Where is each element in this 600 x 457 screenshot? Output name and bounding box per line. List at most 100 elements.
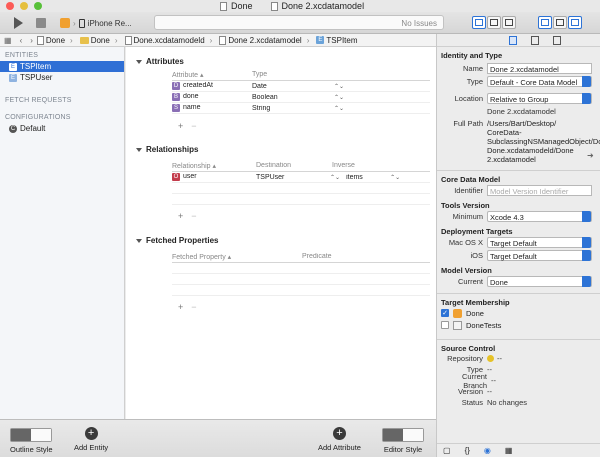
- fetched-title: Fetched Properties: [146, 236, 219, 245]
- checkbox-checked[interactable]: ✓: [441, 309, 449, 317]
- target-done[interactable]: ✓ Done: [437, 307, 600, 319]
- add-attribute-bottom-button[interactable]: + Add Attribute: [318, 427, 361, 452]
- run-button[interactable]: [14, 17, 23, 29]
- column-header-type[interactable]: Type: [252, 71, 372, 80]
- toggle-debug-area-button[interactable]: [553, 16, 567, 29]
- column-header-predicate[interactable]: Predicate: [302, 253, 402, 262]
- window-titlebar: Done Done 2.xcdatamodel: [0, 0, 600, 12]
- column-header-attribute[interactable]: Attribute ▴: [172, 71, 252, 80]
- add-attribute-button[interactable]: +: [178, 121, 183, 131]
- ios-target-popup[interactable]: Target Default: [487, 250, 592, 261]
- destination-popup[interactable]: TSPUser: [256, 174, 326, 181]
- editor-style-graph-icon[interactable]: [403, 429, 423, 441]
- forward-arrow-icon[interactable]: ›: [30, 36, 33, 45]
- add-fetched-property-button[interactable]: +: [178, 302, 183, 312]
- attribute-type-popup[interactable]: String: [252, 105, 330, 112]
- file-template-library-icon[interactable]: ▢: [443, 446, 451, 455]
- identity-section-title: Identity and Type: [441, 51, 503, 60]
- editor-style-table-icon[interactable]: [383, 429, 403, 441]
- column-header-fetched-property[interactable]: Fetched Property ▴: [172, 253, 302, 262]
- document-icon: [270, 1, 278, 11]
- entity-item-tspuser[interactable]: E TSPUser: [0, 72, 124, 83]
- file-inspector: Identity and Type Name Done 2.xcdatamode…: [436, 34, 600, 457]
- outline-style-control[interactable]: Outline Style: [10, 428, 53, 454]
- add-relationship-button[interactable]: +: [178, 211, 183, 221]
- remove-fetched-property-button[interactable]: −: [191, 302, 196, 312]
- back-arrow-icon[interactable]: ‹: [20, 36, 23, 45]
- add-entity-label: Add Entity: [74, 443, 109, 452]
- reveal-in-finder-icon[interactable]: ➜: [587, 151, 594, 160]
- fetched-section-toggle[interactable]: Fetched Properties: [136, 236, 218, 245]
- target-donetests[interactable]: DoneTests: [437, 319, 600, 331]
- breadcrumb-model-bundle[interactable]: Done.xcdatamodeld ›: [124, 35, 216, 45]
- macos-target-popup[interactable]: Target Default: [487, 237, 592, 248]
- entities-header: ENTITIES: [5, 52, 39, 59]
- column-header-relationship[interactable]: Relationship ▴: [172, 162, 256, 171]
- app-target-icon: [453, 308, 462, 318]
- attribute-row[interactable]: Bdone Boolean ⌃⌄: [172, 92, 430, 103]
- relationship-row[interactable]: Ouser TSPUser ⌃⌄ items ⌃⌄: [172, 172, 430, 183]
- remove-relationship-button[interactable]: −: [191, 211, 196, 221]
- checkbox-unchecked[interactable]: [441, 321, 449, 329]
- window-tab-project[interactable]: Done: [220, 1, 253, 11]
- data-model-inspector-tab-icon[interactable]: [553, 35, 561, 45]
- outline-style-hierarchy-icon[interactable]: [31, 429, 52, 441]
- popup-arrows-icon: ⌃⌄: [390, 174, 401, 181]
- close-window-button[interactable]: [6, 2, 14, 10]
- relationships-section-toggle[interactable]: Relationships: [136, 145, 198, 154]
- editor-style-control[interactable]: Editor Style: [382, 428, 424, 454]
- entity-icon: E: [9, 73, 17, 82]
- breadcrumb-group[interactable]: Done ›: [79, 36, 121, 45]
- scheme-selector[interactable]: › iPhone Re...: [60, 16, 132, 30]
- assistant-editor-button[interactable]: [487, 16, 501, 29]
- breadcrumb-project[interactable]: Done ›: [36, 35, 76, 45]
- attribute-row[interactable]: DcreatedAt Date ⌃⌄: [172, 81, 430, 92]
- toggle-navigator-button[interactable]: [538, 16, 552, 29]
- quick-help-tab-icon[interactable]: [531, 35, 539, 45]
- tools-version-title: Tools Version: [441, 201, 490, 210]
- breadcrumb-entity[interactable]: E TSPItem: [316, 36, 358, 45]
- repository-status-icon: [487, 355, 494, 362]
- debug-panel-icon: [556, 19, 564, 26]
- attribute-type-popup[interactable]: Date: [252, 83, 330, 90]
- entity-item-tspitem[interactable]: E TSPItem: [0, 61, 124, 72]
- name-field[interactable]: Done 2.xcdatamodel: [487, 63, 592, 74]
- attributes-section-toggle[interactable]: Attributes: [136, 57, 184, 66]
- project-icon: [220, 1, 227, 11]
- popup-arrows-icon: ⌃⌄: [334, 105, 345, 112]
- code-snippet-library-icon[interactable]: {}: [465, 446, 470, 455]
- configurations-header: CONFIGURATIONS: [5, 114, 71, 121]
- zoom-window-button[interactable]: [34, 2, 42, 10]
- inspector-tabs: [437, 34, 600, 47]
- related-items-icon[interactable]: ▦: [4, 36, 12, 45]
- toggle-utilities-button[interactable]: [568, 16, 582, 29]
- identifier-field[interactable]: Model Version Identifier: [487, 185, 592, 196]
- navigator-panel-icon: [541, 19, 549, 26]
- media-library-icon[interactable]: ▦: [505, 446, 513, 455]
- window-tab-model[interactable]: Done 2.xcdatamodel: [270, 1, 364, 11]
- column-header-inverse[interactable]: Inverse: [332, 162, 392, 171]
- file-type-popup[interactable]: Default - Core Data Model: [487, 76, 592, 87]
- popup-arrows-icon: ⌃⌄: [334, 94, 345, 101]
- minimize-window-button[interactable]: [20, 2, 28, 10]
- current-version-popup[interactable]: Done: [487, 276, 592, 287]
- remove-attribute-button[interactable]: −: [191, 121, 196, 131]
- object-library-icon[interactable]: ◉: [484, 446, 491, 455]
- inverse-popup[interactable]: items: [346, 174, 386, 181]
- stop-button[interactable]: [36, 18, 46, 28]
- location-popup[interactable]: Relative to Group: [487, 93, 592, 104]
- window-tab-label: Done: [231, 1, 253, 11]
- version-editor-button[interactable]: [502, 16, 516, 29]
- config-item-default[interactable]: C Default: [0, 123, 124, 134]
- file-inspector-tab-icon[interactable]: [509, 35, 517, 45]
- attribute-type-popup[interactable]: Boolean: [252, 94, 330, 101]
- column-header-destination[interactable]: Destination: [256, 162, 332, 171]
- standard-editor-button[interactable]: [472, 16, 486, 29]
- minimum-tools-popup[interactable]: Xcode 4.3: [487, 211, 592, 222]
- outline-style-list-icon[interactable]: [11, 429, 32, 441]
- attribute-row[interactable]: Sname String ⌃⌄: [172, 103, 430, 114]
- breadcrumb-model[interactable]: Done 2.xcdatamodel ›: [219, 35, 312, 45]
- add-entity-button[interactable]: + Add Entity: [74, 427, 108, 452]
- jump-bar: ▦ ‹ › Done › Done › Done.xcdatamodeld › …: [0, 34, 436, 47]
- document-icon: [124, 35, 132, 45]
